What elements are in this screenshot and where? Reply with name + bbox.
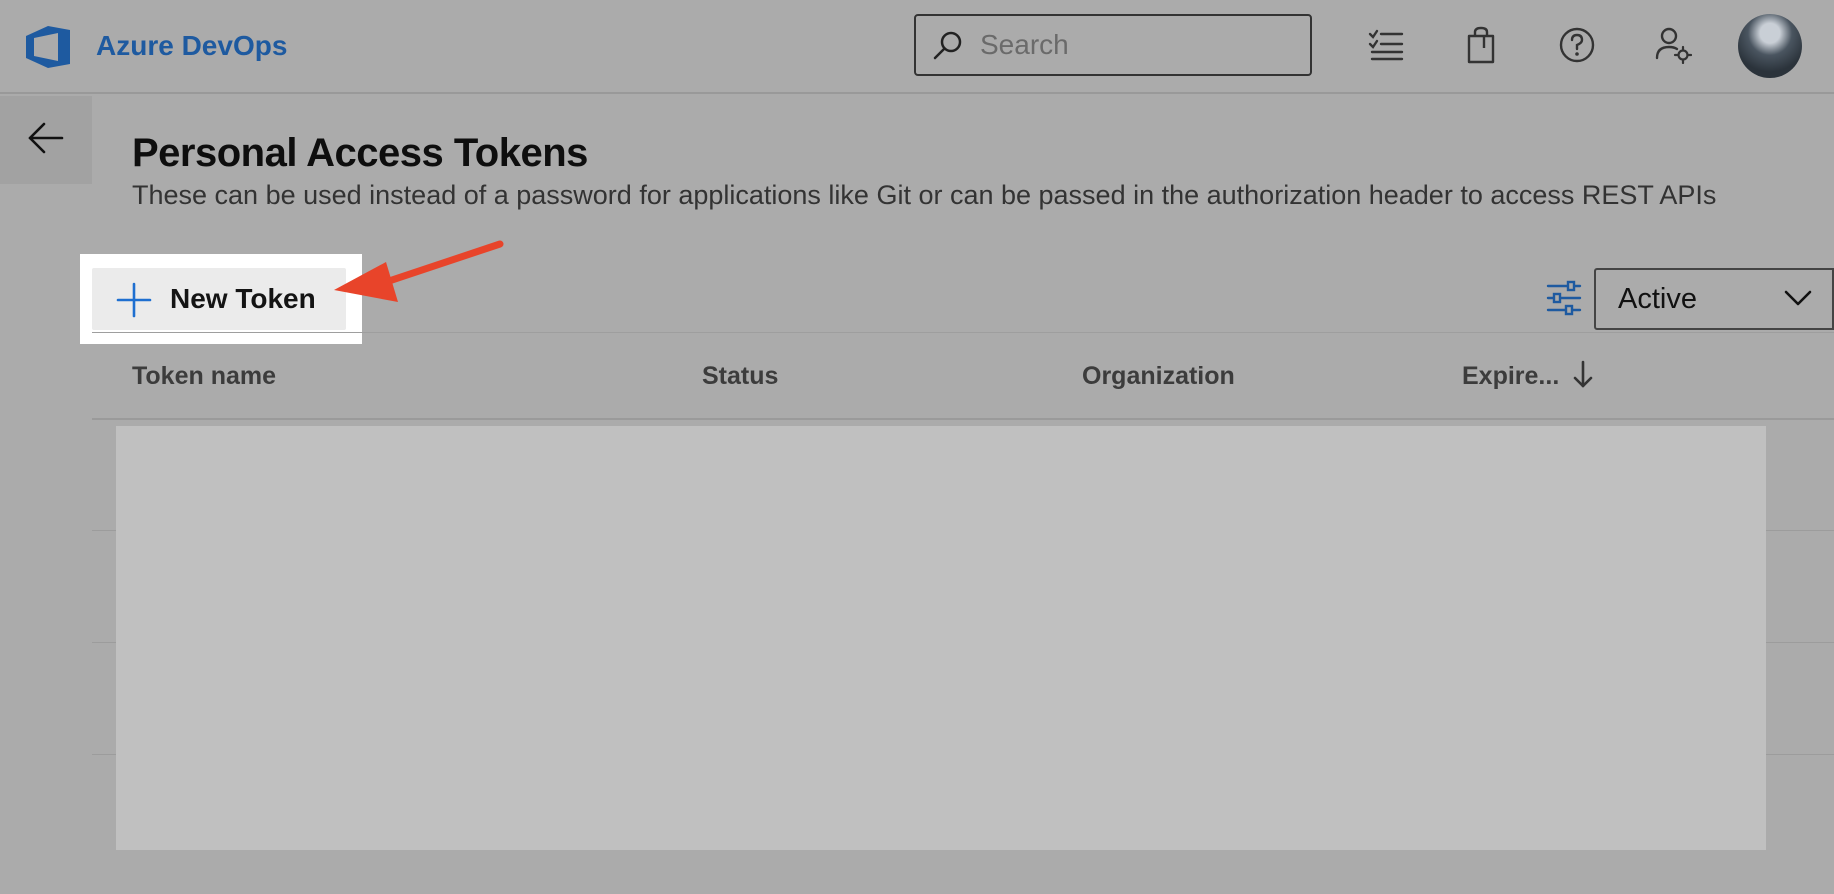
arrow-down-icon[interactable] bbox=[1572, 360, 1594, 390]
status-filter-value: Active bbox=[1618, 283, 1697, 315]
toolbar-divider bbox=[92, 332, 1834, 333]
column-header-token-name[interactable]: Token name bbox=[132, 360, 276, 392]
plus-icon bbox=[116, 282, 152, 318]
status-filter-select[interactable]: Active bbox=[1594, 268, 1834, 330]
back-arrow-icon bbox=[28, 122, 64, 154]
top-bar: Azure DevOps bbox=[0, 0, 1834, 94]
chevron-down-icon bbox=[1784, 290, 1812, 306]
search-input[interactable] bbox=[980, 26, 1290, 64]
column-header-organization[interactable]: Organization bbox=[1082, 360, 1235, 392]
azure-devops-logo-icon[interactable] bbox=[24, 24, 72, 70]
page-title: Personal Access Tokens bbox=[132, 131, 588, 175]
table-header-divider bbox=[92, 418, 1834, 420]
new-token-button[interactable]: New Token bbox=[92, 268, 346, 330]
user-settings-icon[interactable] bbox=[1654, 26, 1692, 64]
help-icon[interactable] bbox=[1558, 26, 1596, 64]
back-button[interactable] bbox=[0, 96, 92, 184]
column-header-expires[interactable]: Expire... bbox=[1462, 360, 1559, 392]
new-token-label: New Token bbox=[170, 283, 316, 314]
column-header-status[interactable]: Status bbox=[702, 360, 778, 392]
app-title[interactable]: Azure DevOps bbox=[96, 28, 287, 64]
annotation-arrow-icon bbox=[334, 240, 504, 302]
marketplace-bag-icon[interactable] bbox=[1462, 26, 1500, 64]
search-box[interactable] bbox=[914, 14, 1312, 76]
user-avatar[interactable] bbox=[1738, 14, 1802, 78]
filter-settings-icon[interactable] bbox=[1546, 280, 1582, 316]
redacted-table-rows bbox=[116, 426, 1766, 850]
page-description: These can be used instead of a password … bbox=[132, 180, 1717, 210]
work-items-icon[interactable] bbox=[1368, 26, 1406, 64]
search-icon bbox=[933, 31, 962, 60]
